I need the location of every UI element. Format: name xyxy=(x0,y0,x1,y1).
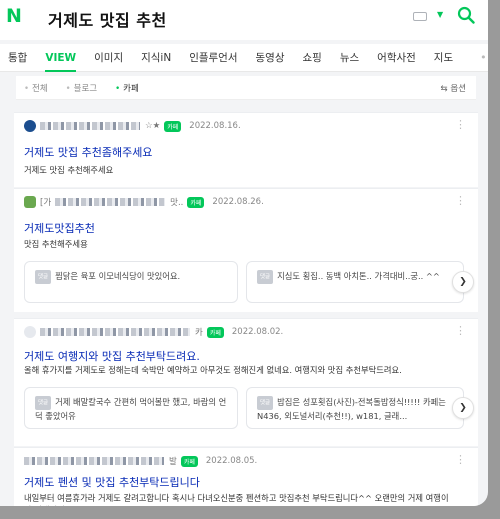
search-tabs: 통합 VIEW 이미지 지식iN 인플루언서 동영상 쇼핑 뉴스 어학사전 지도… xyxy=(0,44,488,72)
comment-preview[interactable]: 댓글 거제 배말칼국수 간편히 먹어볼만 했고, 바람의 언덕 좋았어유 xyxy=(24,387,238,429)
author-suffix: 발 xyxy=(169,457,177,467)
result-description[interactable]: 내일부터 여름휴가라 거제도 갈려고합니다 혹시나 다녀오신분중 펜션하고 맛집… xyxy=(24,492,454,506)
search-icon[interactable] xyxy=(457,6,475,24)
post-date: 2022.08.05. xyxy=(205,456,258,466)
search-results-page: N 거제도 맛집 추천 ▼ 통합 VIEW 이미지 지식iN 인플루언서 동영상… xyxy=(0,0,488,506)
post-date: 2022.08.16. xyxy=(189,121,241,131)
result-meta: 카 카페 2022.08.02. xyxy=(24,325,283,339)
options-icon: ⇆ xyxy=(440,83,448,94)
keyboard-icon[interactable] xyxy=(413,12,427,21)
comment-text: 찜닭은 육포 이모네식당이 맛있어요. xyxy=(55,271,181,281)
cafe-badge: 카페 xyxy=(206,326,224,338)
more-options-icon[interactable]: ⋮ xyxy=(455,119,466,130)
comment-tag: 댓글 xyxy=(257,270,274,284)
cafe-badge: 카페 xyxy=(187,196,205,208)
author-suffix: ☆★ xyxy=(145,121,161,131)
tab-influencer[interactable]: 인플루언서 xyxy=(180,50,246,65)
result-meta: 발 카페 2022.08.05. xyxy=(24,454,257,468)
comment-preview[interactable]: 댓글 밥집은 성포횟집(사진)-전복돌밥정식!!!!! 카페는 N436, 외도널… xyxy=(246,387,464,429)
more-options-icon[interactable]: ⋮ xyxy=(455,195,466,206)
more-options-icon[interactable]: ⋮ xyxy=(455,454,466,465)
comment-tag: 댓글 xyxy=(35,270,52,284)
avatar[interactable] xyxy=(24,326,36,338)
tab-view[interactable]: VIEW xyxy=(36,52,85,72)
cafe-badge: 카페 xyxy=(180,455,198,467)
result-title[interactable]: 거제도 여행지와 맛집 추천부탁드려요. xyxy=(24,348,200,364)
more-tabs-icon[interactable]: ••• xyxy=(480,51,488,64)
tab-integrated[interactable]: 통합 xyxy=(0,50,36,65)
result-meta: [가 맛.. 카페 2022.08.26. xyxy=(24,195,264,209)
comment-tag: 댓글 xyxy=(257,396,274,410)
avatar[interactable] xyxy=(24,120,36,132)
filter-cafe[interactable]: 카페 xyxy=(115,82,139,94)
filter-blog[interactable]: 블로그 xyxy=(66,82,97,94)
comment-tag: 댓글 xyxy=(35,396,52,410)
author-name[interactable] xyxy=(24,457,164,465)
tab-kin[interactable]: 지식iN xyxy=(132,50,180,65)
author-suffix: 맛.. xyxy=(170,198,184,208)
naver-logo[interactable]: N xyxy=(6,6,24,26)
author-suffix: 카 xyxy=(195,328,203,338)
avatar[interactable] xyxy=(24,196,36,208)
cafe-badge: 카페 xyxy=(164,120,182,132)
comment-preview[interactable]: 댓글 찜닭은 육포 이모네식당이 맛있어요. xyxy=(24,261,238,303)
chevron-down-icon[interactable]: ▼ xyxy=(437,10,443,19)
result-card: ☆★ 카페 2022.08.16. ⋮ 거제도 맛집 추천좀해주세요 거제도 맛… xyxy=(14,112,478,187)
author-prefix: [가 xyxy=(40,198,52,208)
comment-preview[interactable]: 댓글 지심도 횡집.. 동백 아치톤.. 가격대비..궁.. ^^ xyxy=(246,261,464,303)
filter-all[interactable]: 전체 xyxy=(24,82,48,94)
options-button[interactable]: ⇆ 옵션 xyxy=(441,82,466,94)
next-arrow-button[interactable]: ❯ xyxy=(452,271,474,293)
result-card: 발 카페 2022.08.05. ⋮ 거제도 펜션 및 맛집 추천부탁드립니다 … xyxy=(14,447,478,506)
result-title[interactable]: 거제도 펜션 및 맛집 추천부탁드립니다 xyxy=(24,474,200,490)
comment-text: 밥집은 성포횟집(사진)-전복돌밥정식!!!!! 카페는 N436, 외도널서리… xyxy=(257,397,446,421)
author-name[interactable] xyxy=(55,198,166,206)
result-title[interactable]: 거제도맛집추천 xyxy=(24,220,95,236)
tab-news[interactable]: 뉴스 xyxy=(331,50,368,65)
comment-text: 지심도 횡집.. 동백 아치톤.. 가격대비..궁.. ^^ xyxy=(277,271,440,281)
post-date: 2022.08.02. xyxy=(231,327,284,337)
tab-video[interactable]: 동영상 xyxy=(247,50,294,65)
comment-text: 거제 배말칼국수 간편히 먹어볼만 했고, 바람의 언덕 좋았어유 xyxy=(35,397,227,421)
more-options-icon[interactable]: ⋮ xyxy=(455,325,466,336)
author-name[interactable] xyxy=(40,122,140,130)
result-description[interactable]: 올해 휴가지를 거제도로 정해는데 숙박만 예약하고 아무것도 정해진게 없네요… xyxy=(24,364,454,376)
tab-shopping[interactable]: 쇼핑 xyxy=(294,50,331,65)
result-description[interactable]: 맛집 추천해주세용 xyxy=(24,238,454,250)
tab-map[interactable]: 지도 xyxy=(425,50,462,65)
author-name[interactable] xyxy=(40,328,190,336)
result-card: [가 맛.. 카페 2022.08.26. ⋮ 거제도맛집추천 맛집 추천해주세… xyxy=(14,188,478,312)
result-title[interactable]: 거제도 맛집 추천좀해주세요 xyxy=(24,144,152,160)
search-bar: N 거제도 맛집 추천 ▼ xyxy=(0,0,488,40)
result-description[interactable]: 거제도 맛집 추천해주세요 xyxy=(24,164,454,176)
post-date: 2022.08.26. xyxy=(212,197,264,207)
result-meta: ☆★ 카페 2022.08.16. xyxy=(24,119,241,133)
tab-dictionary[interactable]: 어학사전 xyxy=(368,50,425,65)
options-label: 옵션 xyxy=(450,83,466,94)
tab-images[interactable]: 이미지 xyxy=(85,50,132,65)
result-card: 카 카페 2022.08.02. ⋮ 거제도 여행지와 맛집 추천부탁드려요. … xyxy=(14,318,478,446)
search-input[interactable]: 거제도 맛집 추천 xyxy=(48,7,167,31)
filter-bar: 전체 블로그 카페 ⇆ 옵션 xyxy=(16,76,476,100)
next-arrow-button[interactable]: ❯ xyxy=(452,397,474,419)
